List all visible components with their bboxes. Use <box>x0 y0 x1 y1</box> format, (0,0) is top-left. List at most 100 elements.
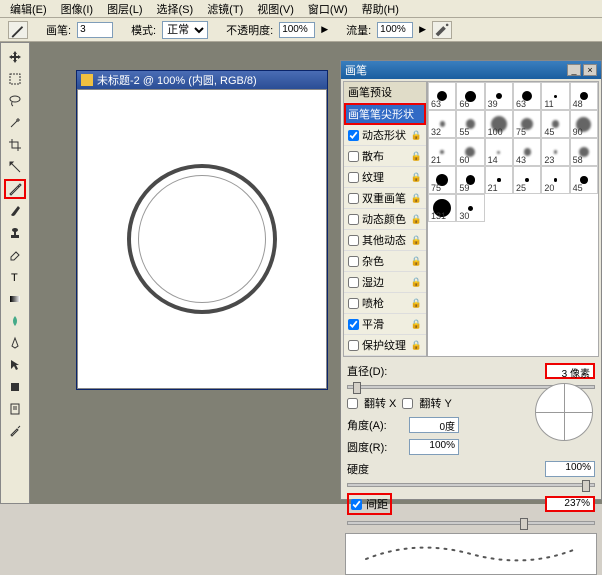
dual-check[interactable] <box>348 193 359 204</box>
brush-preset[interactable]: 45 <box>541 110 569 138</box>
sidemenu-tip-shape[interactable]: 画笔笔尖形状 <box>344 103 426 125</box>
eraser-tool[interactable] <box>4 245 26 265</box>
brush-preset[interactable]: 66 <box>456 82 484 110</box>
crop-tool[interactable] <box>4 135 26 155</box>
menu-layer[interactable]: 图层(L) <box>101 0 148 17</box>
sidemenu-texture[interactable]: 纹理🔒 <box>344 167 426 188</box>
spacing-slider[interactable] <box>347 521 595 525</box>
blend-mode-select[interactable]: 正常 <box>162 21 208 39</box>
brush-preset[interactable]: 131 <box>428 194 456 222</box>
brush-preset[interactable]: 63 <box>428 82 456 110</box>
scatter-check[interactable] <box>348 151 359 162</box>
brush-size-input[interactable] <box>77 22 113 38</box>
brush-preset[interactable]: 100 <box>485 110 513 138</box>
shape-tool[interactable] <box>4 377 26 397</box>
sidemenu-airbrush[interactable]: 喷枪🔒 <box>344 293 426 314</box>
smooth-check[interactable] <box>348 319 359 330</box>
canvas[interactable] <box>77 89 327 389</box>
menu-edit[interactable]: 编辑(E) <box>4 0 53 17</box>
notes-tool[interactable] <box>4 399 26 419</box>
brush-preset[interactable]: 30 <box>456 194 484 222</box>
brush-preset[interactable]: 25 <box>513 166 541 194</box>
shape-dyn-check[interactable] <box>348 130 359 141</box>
brush-preset[interactable]: 58 <box>570 138 598 166</box>
brush-preset[interactable]: 21 <box>428 138 456 166</box>
marquee-tool[interactable] <box>4 69 26 89</box>
slice-tool[interactable] <box>4 157 26 177</box>
close-icon[interactable]: × <box>583 64 597 76</box>
spacing-check[interactable] <box>351 499 362 510</box>
sidemenu-presets[interactable]: 画笔预设 <box>344 82 426 103</box>
sidemenu-color-dynamics[interactable]: 动态颜色🔒 <box>344 209 426 230</box>
brush-preset[interactable]: 11 <box>541 82 569 110</box>
brush-preset[interactable]: 55 <box>456 110 484 138</box>
brush-preset[interactable]: 48 <box>570 82 598 110</box>
hardness-slider[interactable] <box>347 483 595 487</box>
sidemenu-dual-brush[interactable]: 双重画笔🔒 <box>344 188 426 209</box>
sidemenu-shape-dynamics[interactable]: 动态形状🔒 <box>344 125 426 146</box>
brush-preset[interactable]: 60 <box>456 138 484 166</box>
sidemenu-noise[interactable]: 杂色🔒 <box>344 251 426 272</box>
lasso-tool[interactable] <box>4 91 26 111</box>
brush-preset[interactable]: 75 <box>428 166 456 194</box>
document-titlebar[interactable]: 未标题-2 @ 100% (内圆, RGB/8) <box>77 71 327 89</box>
sidemenu-protect-texture[interactable]: 保护纹理🔒 <box>344 335 426 356</box>
brush-preset[interactable]: 39 <box>485 82 513 110</box>
sidemenu-wet-edges[interactable]: 湿边🔒 <box>344 272 426 293</box>
menu-view[interactable]: 视图(V) <box>251 0 300 17</box>
other-check[interactable] <box>348 235 359 246</box>
stamp-tool[interactable] <box>4 223 26 243</box>
sidemenu-other-dynamics[interactable]: 其他动态🔒 <box>344 230 426 251</box>
gradient-tool[interactable] <box>4 289 26 309</box>
brush-panel-titlebar[interactable]: 画笔 _ × <box>341 61 601 79</box>
airbrush-check[interactable] <box>348 298 359 309</box>
brush-preset[interactable]: 43 <box>513 138 541 166</box>
brush-preset[interactable]: 32 <box>428 110 456 138</box>
brush-preset[interactable]: 23 <box>541 138 569 166</box>
airbrush-toggle-icon[interactable] <box>432 21 452 39</box>
roundness-input[interactable]: 100% <box>409 439 459 455</box>
wand-tool[interactable] <box>4 113 26 133</box>
menu-help[interactable]: 帮助(H) <box>356 0 405 17</box>
brush-preset[interactable]: 21 <box>485 166 513 194</box>
move-tool[interactable] <box>4 47 26 67</box>
sidemenu-smoothing[interactable]: 平滑🔒 <box>344 314 426 335</box>
menu-image[interactable]: 图像(I) <box>55 0 99 17</box>
opacity-input[interactable] <box>279 22 315 38</box>
brush-preset[interactable]: 20 <box>541 166 569 194</box>
noise-check[interactable] <box>348 256 359 267</box>
hardness-input[interactable]: 100% <box>545 461 595 477</box>
angle-widget[interactable] <box>535 383 593 441</box>
spacing-input[interactable]: 237% <box>545 496 595 512</box>
pen-tool[interactable] <box>4 333 26 353</box>
path-select-tool[interactable] <box>4 355 26 375</box>
eyedropper-tool[interactable] <box>4 421 26 441</box>
protect-check[interactable] <box>348 340 359 351</box>
blur-tool[interactable] <box>4 311 26 331</box>
brush-preset[interactable]: 63 <box>513 82 541 110</box>
texture-check[interactable] <box>348 172 359 183</box>
flow-input[interactable] <box>377 22 413 38</box>
brush-preset[interactable]: 90 <box>570 110 598 138</box>
brush-preset[interactable]: 59 <box>456 166 484 194</box>
flip-y-check[interactable] <box>402 398 413 409</box>
sidemenu-scattering[interactable]: 散布🔒 <box>344 146 426 167</box>
flip-x-check[interactable] <box>347 398 358 409</box>
color-check[interactable] <box>348 214 359 225</box>
menu-window[interactable]: 窗口(W) <box>302 0 354 17</box>
hardness-label: 硬度 <box>347 461 403 477</box>
type-tool[interactable]: T <box>4 267 26 287</box>
minimize-icon[interactable]: _ <box>567 64 581 76</box>
diameter-input[interactable]: 3 像素 <box>545 363 595 379</box>
pencil-tool[interactable] <box>4 179 26 199</box>
current-tool-icon[interactable] <box>8 21 28 39</box>
brush-tool[interactable] <box>4 201 26 221</box>
wet-check[interactable] <box>348 277 359 288</box>
brush-preset[interactable]: 14 <box>485 138 513 166</box>
menu-filter[interactable]: 滤镜(T) <box>201 0 249 17</box>
menu-select[interactable]: 选择(S) <box>151 0 200 17</box>
brush-preset[interactable]: 75 <box>513 110 541 138</box>
flip-y-label: 翻转 Y <box>419 395 451 411</box>
angle-input[interactable]: 0度 <box>409 417 459 433</box>
brush-preset[interactable]: 45 <box>570 166 598 194</box>
